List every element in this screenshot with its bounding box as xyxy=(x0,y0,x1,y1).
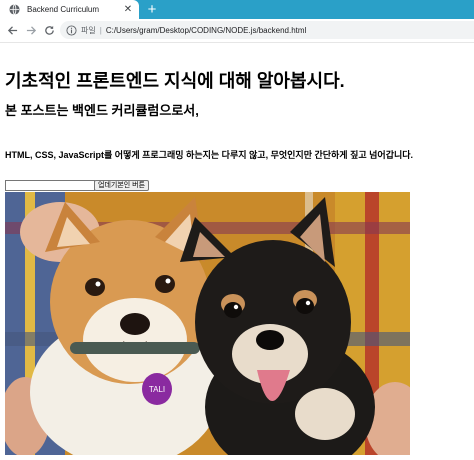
tab-strip: Backend Curriculum ✕ + xyxy=(0,0,474,19)
new-tab-button[interactable]: + xyxy=(143,1,161,18)
page-subheading: 본 포스트는 백엔드 커리큘럼으로서, xyxy=(5,103,199,118)
forward-arrow-icon[interactable] xyxy=(24,23,38,37)
address-bar[interactable]: 파일 | C:/Users/gram/Desktop/CODING/NODE.j… xyxy=(60,21,474,39)
close-tab-icon[interactable]: ✕ xyxy=(121,4,135,15)
intro-paragraph: HTML, CSS, JavaScript를 어떻게 프로그래밍 하는지는 다루… xyxy=(5,150,414,160)
tab-title: Backend Curriculum xyxy=(27,5,100,14)
page-heading: 기초적인 프론트엔드 지식에 대해 알아봅시다. xyxy=(5,71,345,91)
tab-backend-curriculum[interactable]: Backend Curriculum ✕ xyxy=(0,0,139,19)
page-content: 기초적인 프론트엔드 지식에 대해 알아봅시다. 본 포스트는 백엔드 커리큘럼… xyxy=(0,43,474,460)
address-separator: | xyxy=(99,25,102,35)
update-button[interactable]: 업데기본인 버튼 xyxy=(94,180,150,191)
info-icon[interactable] xyxy=(66,24,77,36)
text-input[interactable] xyxy=(5,180,95,191)
globe-icon xyxy=(9,4,20,15)
puppies-photo: TALI xyxy=(5,192,410,455)
url-text[interactable]: C:/Users/gram/Desktop/CODING/NODE.js/bac… xyxy=(106,26,307,35)
back-arrow-icon[interactable] xyxy=(5,23,19,37)
reload-icon[interactable] xyxy=(42,23,56,37)
security-chip[interactable]: 파일 xyxy=(81,25,96,36)
browser-toolbar: 파일 | C:/Users/gram/Desktop/CODING/NODE.j… xyxy=(0,19,474,43)
dog-tag-text: TALI xyxy=(149,385,165,394)
